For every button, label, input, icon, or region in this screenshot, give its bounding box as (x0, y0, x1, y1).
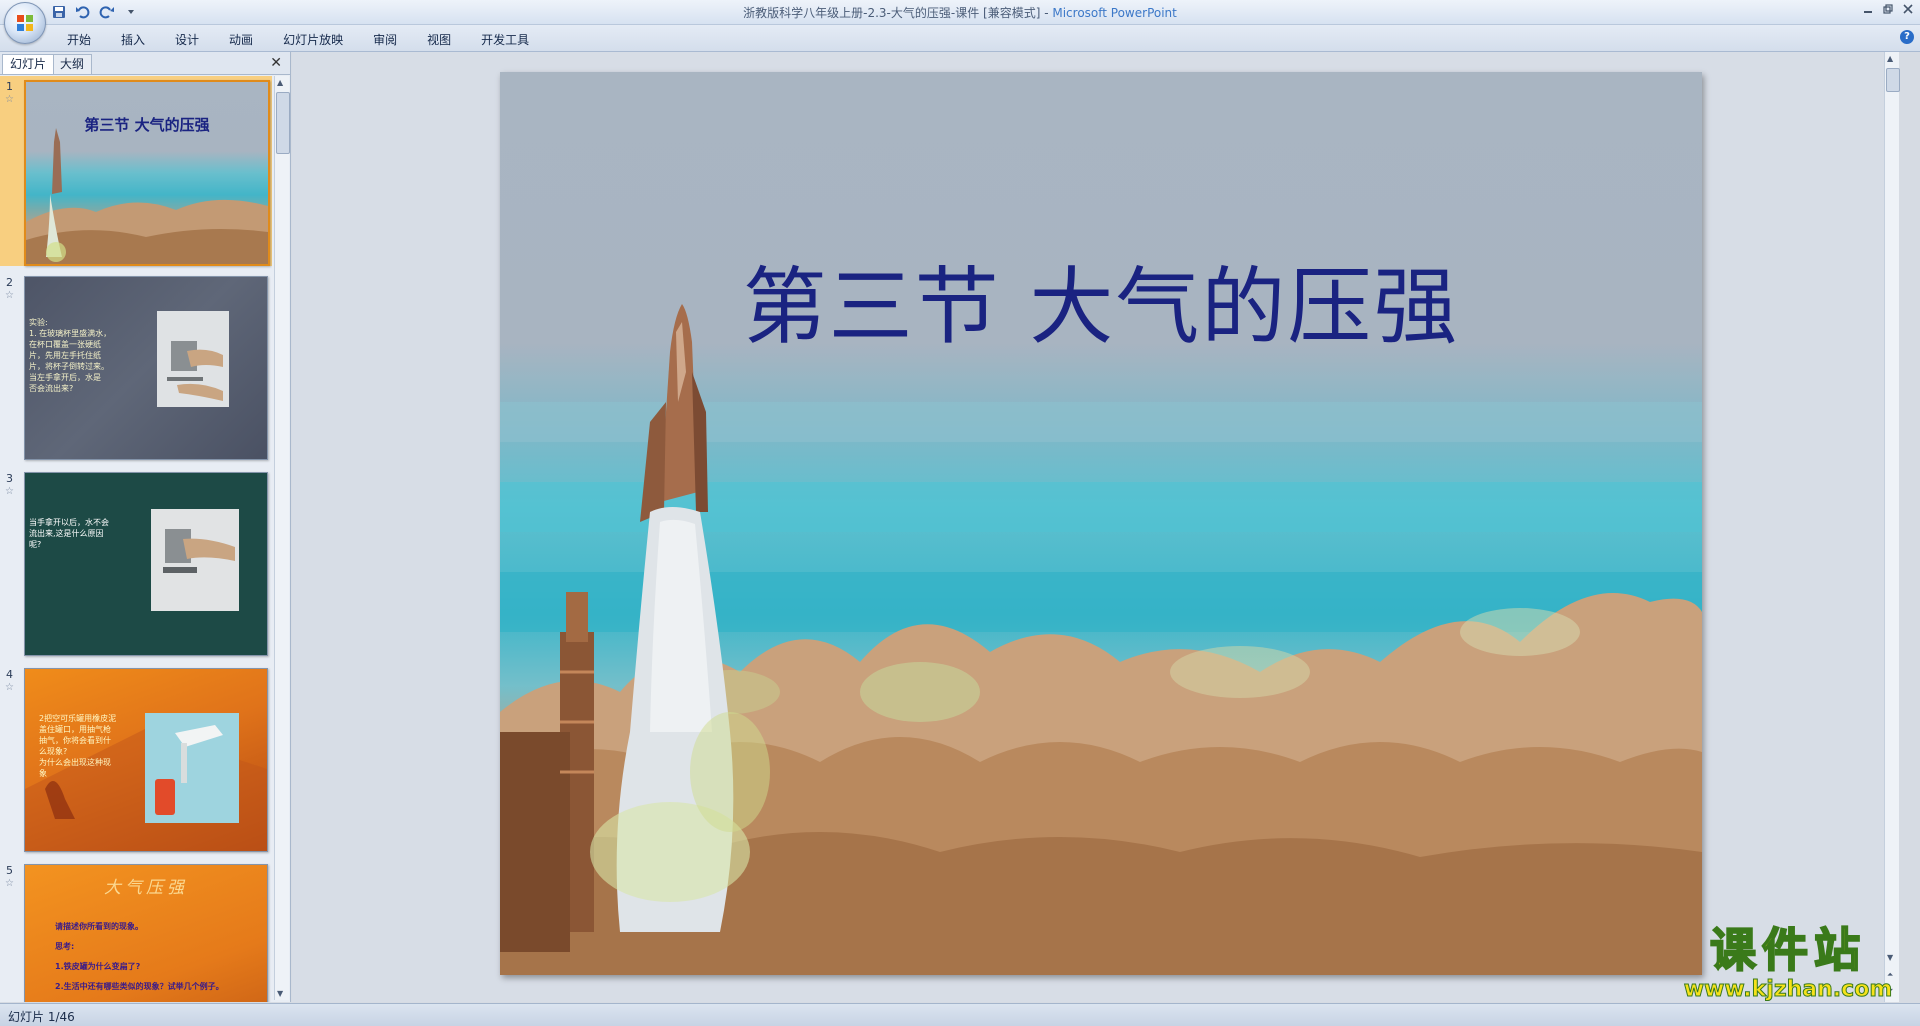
thumbnail-text-block: 当手拿开以后，水不会 流出来,这是什么原因 呢? (29, 517, 139, 550)
slide-thumbnail[interactable]: 实验: 1. 在玻璃杯里盛满水， 在杯口覆盖一张硬纸 片，先用左手托住纸 片，将… (24, 276, 268, 460)
slide-thumbnail-row[interactable]: 2 ☆ 实验: 1. 在玻璃杯里盛满水， 在杯口覆盖一张硬纸 片，先用左手托住纸… (0, 272, 272, 462)
thumbnail-text-line: 盖住罐口，用抽气枪 (39, 725, 111, 734)
thumbnail-text-block: 实验: 1. 在玻璃杯里盛满水， 在杯口覆盖一张硬纸 片，先用左手托住纸 片，将… (29, 317, 149, 394)
ribbon-tab-bar: 开始 插入 设计 动画 幻灯片放映 审阅 视图 开发工具 ? (0, 25, 1920, 52)
thumbnail-text-line: 实验: (29, 318, 48, 327)
tab-animations[interactable]: 动画 (214, 29, 268, 50)
thumbnail-text-line: 2.生活中还有哪些类似的现象？试举几个例子。 (55, 982, 224, 991)
thumbnail-text-block: 请描述你所看到的现象。 思考: 1.铁皮罐为什么变扁了? 2.生活中还有哪些类似… (55, 917, 260, 997)
slide-thumbnail[interactable]: 当手拿开以后，水不会 流出来,这是什么原因 呢? (24, 472, 268, 656)
close-panel-icon[interactable]: ✕ (270, 55, 282, 71)
close-window-icon[interactable] (1900, 2, 1916, 16)
slide-number: 3 (6, 472, 13, 485)
slide-title[interactable]: 第三节 大气的压强 (500, 240, 1702, 361)
thumbnail-text-line: 片，先用左手托住纸 (29, 351, 101, 360)
slide-number: 1 (6, 80, 13, 93)
thumbnail-text-line: 2把空可乐罐用橡皮泥 (39, 714, 117, 723)
thumbnail-text-line: 当手拿开以后，水不会 (29, 518, 109, 527)
animation-star-icon: ☆ (5, 682, 14, 693)
svg-text:www.kjzhan.com: www.kjzhan.com (1684, 977, 1893, 1002)
slide-thumbnail-row[interactable]: 3 ☆ 当手拿开以后，水不会 流出来,这是什么原因 呢? (0, 468, 272, 658)
animation-star-icon: ☆ (5, 878, 14, 889)
slide-canvas[interactable]: 第三节 大气的压强 (500, 72, 1702, 975)
thumbnail-scrollbar[interactable]: ▲ ▼ (274, 76, 290, 1000)
slide-number: 4 (6, 668, 13, 681)
slide-thumbnail[interactable]: 大气压强 请描述你所看到的现象。 思考: 1.铁皮罐为什么变扁了? 2.生活中还… (24, 864, 268, 1002)
office-logo-icon (17, 15, 33, 31)
slide-number: 5 (6, 864, 13, 877)
tab-view[interactable]: 视图 (412, 29, 466, 50)
animation-star-icon: ☆ (5, 290, 14, 301)
tab-review[interactable]: 审阅 (358, 29, 412, 50)
tab-home[interactable]: 开始 (52, 29, 106, 50)
minimize-icon[interactable] (1860, 2, 1876, 16)
help-icon[interactable]: ? (1900, 30, 1914, 44)
tab-design[interactable]: 设计 (160, 29, 214, 50)
thumbnail-photo (157, 311, 229, 407)
thumbnail-text-line: 流出来,这是什么原因 (29, 529, 104, 538)
thumbnail-text-line: 1. 在玻璃杯里盛满水， (29, 329, 112, 338)
thumbnail-text-line: 么现象? (39, 747, 68, 756)
thumbnail-text-line: 为什么会出现这种现 (39, 758, 111, 767)
animation-star-icon: ☆ (5, 94, 14, 105)
slide-editing-area: 第三节 大气的压强 ▲ ▼ ⏶ ⏷ (292, 52, 1900, 1002)
office-button[interactable] (4, 2, 46, 44)
thumbnail-text-line: 1.铁皮罐为什么变扁了? (55, 962, 141, 971)
thumbnail-title: 第三节 大气的压强 (84, 116, 210, 134)
svg-text:课件站: 课件站 (1710, 923, 1866, 977)
tab-slides[interactable]: 幻灯片 (2, 54, 55, 74)
thumbnail-title: 大气压强 (104, 878, 188, 898)
thumbnail-text-line: 呢? (29, 540, 42, 549)
app-name: Microsoft PowerPoint (1052, 6, 1177, 20)
animation-star-icon: ☆ (5, 486, 14, 497)
thumbnail-text-block: 2把空可乐罐用橡皮泥 盖住罐口，用抽气枪 抽气，你将会看到什 么现象? 为什么会… (39, 713, 143, 779)
scrollbar-thumb[interactable] (1886, 68, 1900, 92)
tab-developer[interactable]: 开发工具 (466, 29, 544, 50)
editor-scrollbar[interactable]: ▲ ▼ ⏶ ⏷ (1884, 52, 1900, 1002)
slide-thumbnail[interactable]: 第三节 大气的压强 (24, 80, 270, 266)
thumbnail-rocket-graphic (26, 128, 268, 264)
thumbnail-photo (151, 509, 239, 611)
site-watermark-logo: 课件站 www.kjzhan.com (1683, 922, 1893, 1003)
window-title: 浙教版科学八年级上册-2.3-大气的压强-课件 [兼容模式] - Microso… (0, 4, 1920, 21)
thumbnail-text-line: 当左手拿开后，水是 (29, 373, 101, 382)
thumbnail-text-line: 抽气，你将会看到什 (39, 736, 111, 745)
scroll-up-icon[interactable]: ▲ (277, 78, 283, 87)
slide-number: 2 (6, 276, 13, 289)
thumbnail-text-line: 请描述你所看到的现象。 (55, 922, 143, 931)
slide-thumbnail-list: 1 ☆ 第三节 大气的压强 2 ☆ 实验: 1. 在玻璃杯里盛满水， 在杯口覆盖… (0, 76, 272, 1002)
slide-thumbnail-row[interactable]: 4 ☆ 2把空可乐罐用橡皮泥 盖住罐口，用抽气枪 抽气，你将会看到什 么现象? … (0, 664, 272, 854)
tab-slide-show[interactable]: 幻灯片放映 (268, 29, 358, 50)
scrollbar-thumb[interactable] (276, 92, 290, 154)
window-controls (1860, 2, 1916, 16)
slide-thumbnail[interactable]: 2把空可乐罐用橡皮泥 盖住罐口，用抽气枪 抽气，你将会看到什 么现象? 为什么会… (24, 668, 268, 852)
thumbnail-text-line: 在杯口覆盖一张硬纸 (29, 340, 101, 349)
slide-thumbnail-row[interactable]: 1 ☆ 第三节 大气的压强 (0, 76, 272, 266)
status-bar: 幻灯片 1/46 (0, 1003, 1920, 1026)
scroll-down-icon[interactable]: ▼ (277, 989, 283, 998)
slide-counter: 幻灯片 1/46 (8, 1010, 75, 1024)
tab-outline[interactable]: 大纲 (52, 54, 93, 74)
title-separator: - (1040, 6, 1053, 20)
panel-tab-bar: 幻灯片 大纲 ✕ (0, 52, 290, 75)
rocket-launch-background (500, 304, 1702, 975)
tab-insert[interactable]: 插入 (106, 29, 160, 50)
thumbnail-text-line: 象 (39, 769, 47, 778)
thumbnail-text-line: 否会流出来? (29, 384, 74, 393)
slide-thumbnail-row[interactable]: 5 ☆ 大气压强 请描述你所看到的现象。 思考: 1.铁皮罐为什么变扁了? 2.… (0, 860, 272, 1002)
title-bar: 浙教版科学八年级上册-2.3-大气的压强-课件 [兼容模式] - Microso… (0, 0, 1920, 44)
restore-icon[interactable] (1880, 2, 1896, 16)
thumbnail-text-line: 片，将杯子倒转过来。 (29, 362, 109, 371)
thumbnail-photo (145, 713, 239, 823)
thumbnail-text-line: 思考: (55, 942, 75, 951)
document-title: 浙教版科学八年级上册-2.3-大气的压强-课件 [兼容模式] (743, 6, 1041, 20)
scroll-up-icon[interactable]: ▲ (1887, 54, 1893, 63)
slides-panel: 幻灯片 大纲 ✕ 1 ☆ 第三节 大气的压强 2 ☆ 实验: 1. 在玻璃杯里盛… (0, 52, 291, 1002)
